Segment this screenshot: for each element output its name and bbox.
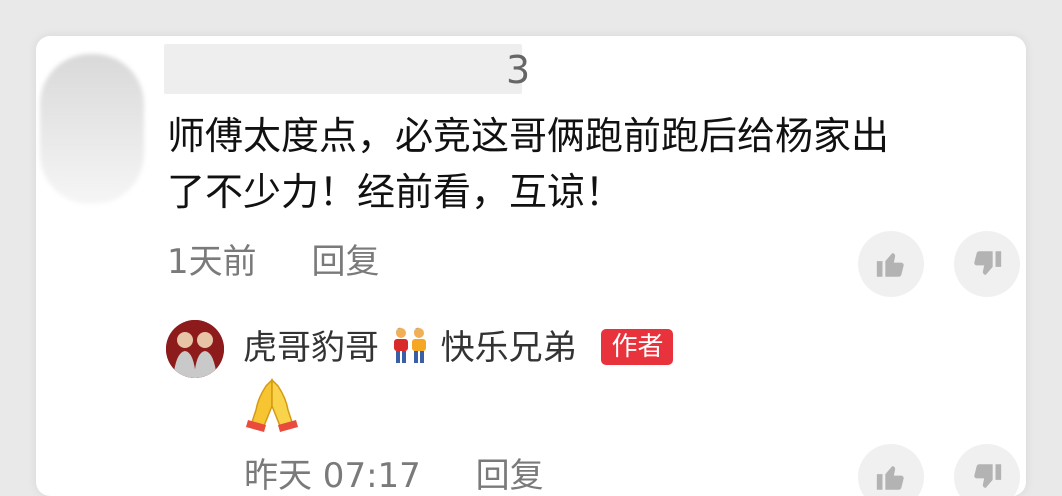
reply-author-name-part1[interactable]: 虎哥豹哥: [243, 328, 379, 368]
thumbs-up-icon: [876, 253, 904, 277]
author-badge: 作者: [601, 329, 674, 365]
folded-hands-emoji: [246, 378, 298, 432]
thumbs-up-icon: [876, 466, 904, 490]
comment-time: 1天前: [167, 242, 257, 282]
reply-author-avatar[interactable]: [166, 320, 224, 378]
reply-text: [244, 376, 300, 438]
comment-text-line-2: 了不少力！经前看，互谅！: [167, 170, 624, 214]
commenter-name-blurred[interactable]: [164, 44, 522, 94]
comment-reply-button[interactable]: 回复: [311, 242, 379, 282]
reply-time: 昨天 07:17: [244, 456, 421, 496]
comment-dislike-button[interactable]: [954, 231, 1020, 297]
comment-text-line-1: 师傅太度点，必竞这哥俩跑前跑后给杨家出: [167, 114, 890, 158]
comment-like-button[interactable]: [858, 231, 924, 297]
reply-author-name-part2[interactable]: 快乐兄弟: [441, 328, 577, 368]
two-men-emoji: [393, 327, 426, 363]
comment-card: 3 师傅太度点，必竞这哥俩跑前跑后给杨家出 了不少力！经前看，互谅！ 1天前 回…: [36, 36, 1026, 496]
thumbs-down-icon: [974, 464, 1002, 488]
thumbs-down-icon: [974, 251, 1002, 275]
reply-like-button[interactable]: [858, 444, 924, 496]
comment-meta: 1天前 回复: [167, 240, 423, 284]
reply-meta: 昨天 07:17 回复: [244, 454, 588, 496]
reply-dislike-button[interactable]: [954, 444, 1020, 496]
avatar-image: [166, 320, 224, 378]
commenter-name-tail: 3: [506, 48, 531, 92]
commenter-avatar-blurred[interactable]: [40, 54, 144, 204]
comment-text: 师傅太度点，必竞这哥俩跑前跑后给杨家出 了不少力！经前看，互谅！: [167, 108, 987, 220]
reply-reply-button[interactable]: 回复: [476, 456, 544, 496]
reply-author-line: 虎哥豹哥 快乐兄弟 作者: [243, 326, 674, 370]
